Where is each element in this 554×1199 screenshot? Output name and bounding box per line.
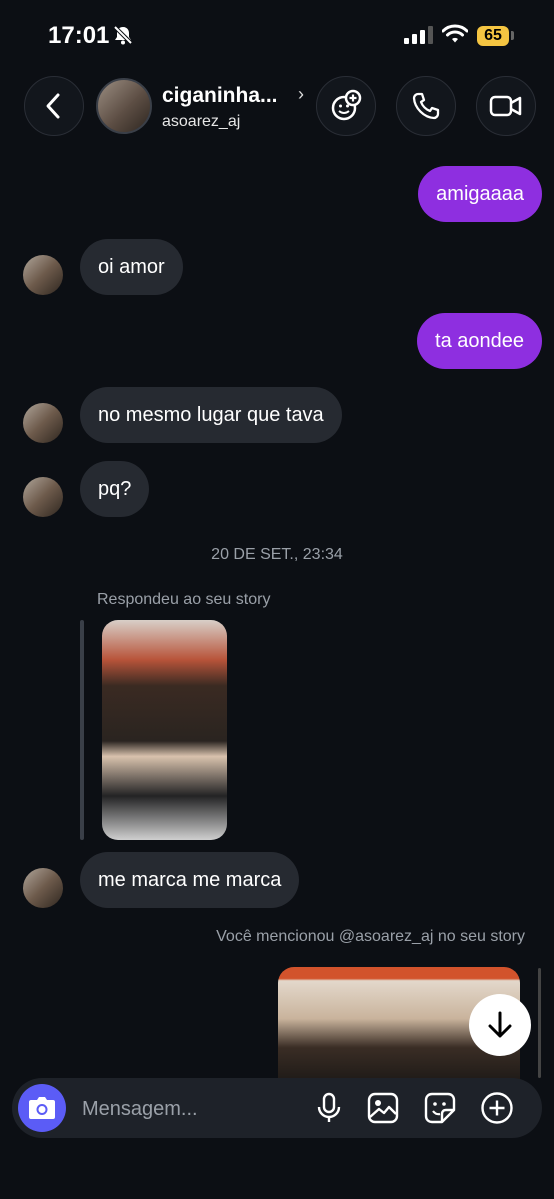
contact-avatar[interactable] bbox=[96, 78, 152, 134]
message-sent[interactable]: amigaaaa bbox=[418, 166, 542, 222]
message-received[interactable]: pq? bbox=[80, 461, 150, 517]
status-bar: 17:01 65 bbox=[0, 0, 554, 70]
reply-indicator-bar bbox=[80, 620, 84, 840]
plus-icon bbox=[481, 1092, 513, 1124]
message-received[interactable]: no mesmo lugar que tava bbox=[80, 387, 342, 443]
microphone-button[interactable] bbox=[311, 1090, 347, 1126]
message-input[interactable] bbox=[80, 1078, 294, 1140]
back-button[interactable] bbox=[24, 76, 84, 136]
bell-off-icon bbox=[113, 25, 133, 45]
more-options-button[interactable] bbox=[479, 1090, 515, 1126]
story-reply-label: Respondeu ao seu story bbox=[97, 591, 271, 608]
effects-button[interactable] bbox=[316, 76, 376, 136]
avatar[interactable] bbox=[23, 403, 63, 443]
battery-level: 65 bbox=[477, 26, 509, 46]
avatar[interactable] bbox=[23, 255, 63, 295]
message-received[interactable]: me marca me marca bbox=[80, 852, 300, 908]
chevron-left-icon bbox=[46, 93, 60, 119]
contact-name[interactable]: ciganinha... bbox=[162, 84, 278, 108]
microphone-icon bbox=[317, 1092, 341, 1122]
avatar[interactable] bbox=[23, 868, 63, 908]
avatar[interactable] bbox=[23, 477, 63, 517]
message-composer bbox=[12, 1078, 542, 1140]
conversation-timestamp: 20 DE SET., 23:34 bbox=[211, 546, 343, 563]
battery-cap bbox=[511, 31, 514, 40]
chat-header: ciganinha... › asoarez_aj bbox=[0, 74, 554, 140]
story-thumbnail[interactable] bbox=[102, 620, 227, 840]
video-call-button[interactable] bbox=[476, 76, 536, 136]
effects-icon bbox=[331, 89, 362, 121]
video-icon bbox=[489, 95, 522, 117]
audio-call-button[interactable] bbox=[396, 76, 456, 136]
signal-icon bbox=[404, 26, 433, 44]
wifi-icon bbox=[442, 24, 468, 43]
chevron-right-icon[interactable]: › bbox=[298, 84, 304, 105]
gallery-button[interactable] bbox=[365, 1090, 401, 1126]
message-received[interactable]: oi amor bbox=[80, 239, 183, 295]
phone-icon bbox=[412, 92, 440, 120]
message-sent[interactable]: ta aondee bbox=[417, 313, 542, 369]
scroll-down-button[interactable] bbox=[469, 994, 531, 1056]
contact-username[interactable]: asoarez_aj bbox=[162, 113, 240, 131]
image-icon bbox=[367, 1092, 399, 1124]
story-mention-label: Você mencionou @asoarez_aj no seu story bbox=[216, 928, 525, 945]
scrollbar[interactable] bbox=[538, 968, 541, 1078]
sticker-button[interactable] bbox=[422, 1090, 458, 1126]
camera-button[interactable] bbox=[18, 1084, 66, 1132]
sticker-icon bbox=[424, 1092, 456, 1124]
arrow-down-icon bbox=[488, 1011, 512, 1038]
status-time: 17:01 bbox=[48, 22, 110, 49]
camera-icon bbox=[29, 1097, 55, 1119]
